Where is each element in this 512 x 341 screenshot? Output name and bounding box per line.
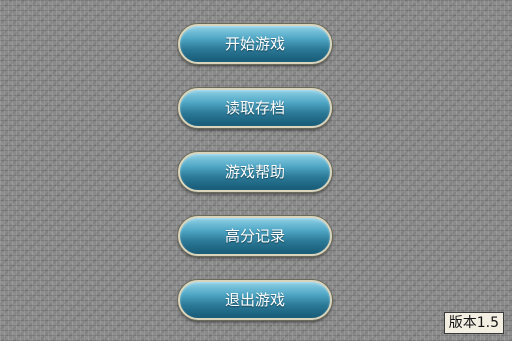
main-menu: 开始游戏 读取存档 游戏帮助 高分记录 退出游戏 (0, 0, 512, 341)
load-save-button[interactable]: 读取存档 (178, 88, 332, 128)
start-game-button[interactable]: 开始游戏 (178, 24, 332, 64)
main-menu-screen: 开始游戏 读取存档 游戏帮助 高分记录 退出游戏 版本1.5 (0, 0, 512, 341)
version-label: 版本1.5 (443, 312, 504, 334)
exit-game-button[interactable]: 退出游戏 (178, 280, 332, 320)
game-help-button[interactable]: 游戏帮助 (178, 152, 332, 192)
high-scores-button[interactable]: 高分记录 (178, 216, 332, 256)
